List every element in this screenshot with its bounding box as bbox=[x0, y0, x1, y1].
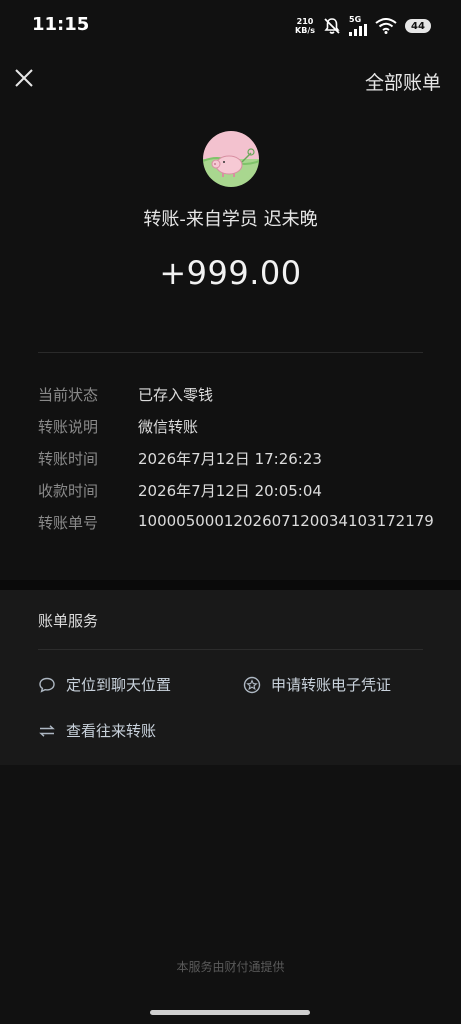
detail-row-transfer-time: 转账时间 2026年7月12日 17:26:23 bbox=[38, 448, 441, 472]
network-speed-value: 210 bbox=[296, 17, 314, 26]
transfer-id-label: 转账单号 bbox=[38, 514, 99, 532]
detail-row-transfer-id: 转账单号 1000050001202607120034103172179 bbox=[38, 512, 441, 536]
status-icons: 210 KB/s 5G 44 bbox=[295, 16, 431, 36]
note-label: 转账说明 bbox=[38, 418, 99, 436]
network-type: 5G bbox=[349, 15, 362, 24]
all-bills-link[interactable]: 全部账单 bbox=[365, 68, 441, 95]
service-provider-note: 本服务由财付通提供 bbox=[176, 960, 285, 974]
top-nav: 全部账单 bbox=[0, 60, 461, 100]
amount-divider bbox=[38, 352, 423, 353]
transfer-id-value[interactable]: 1000050001202607120034103172179 bbox=[138, 512, 434, 530]
wifi-icon bbox=[375, 18, 397, 34]
apply-voucher-label: 申请转账电子凭证 bbox=[271, 676, 392, 694]
status-time: 11:15 bbox=[32, 14, 90, 35]
view-transfers-label: 查看往来转账 bbox=[66, 722, 157, 740]
section-separator bbox=[0, 580, 461, 590]
status-bar: 11:15 210 KB/s 5G 44 bbox=[0, 0, 461, 56]
status-label: 当前状态 bbox=[38, 386, 99, 404]
transfer-amount: +999.00 bbox=[159, 254, 302, 292]
detail-row-note: 转账说明 微信转账 bbox=[38, 416, 441, 440]
swap-arrows-icon bbox=[39, 724, 55, 737]
view-transfers-link[interactable]: 查看往来转账 bbox=[38, 720, 156, 741]
note-value: 微信转账 bbox=[138, 418, 199, 436]
transfer-title: 转账-来自学员 迟未晚 bbox=[143, 209, 318, 230]
bill-services-title: 账单服务 bbox=[38, 612, 99, 630]
detail-row-status: 当前状态 已存入零钱 bbox=[38, 384, 441, 408]
network-speed-unit: KB/s bbox=[295, 26, 315, 35]
pig-avatar-icon bbox=[203, 131, 259, 187]
battery-icon: 44 bbox=[405, 19, 431, 33]
chat-bubble-icon bbox=[39, 677, 55, 693]
locate-chat-label: 定位到聊天位置 bbox=[66, 676, 172, 694]
receive-time-value: 2026年7月12日 20:05:04 bbox=[138, 482, 322, 500]
close-icon[interactable] bbox=[12, 66, 36, 90]
signal-icon bbox=[349, 24, 367, 36]
home-indicator[interactable] bbox=[150, 1010, 310, 1015]
apply-voucher-link[interactable]: 申请转账电子凭证 bbox=[243, 674, 391, 695]
status-value: 已存入零钱 bbox=[138, 386, 214, 404]
cellular-indicator: 5G bbox=[349, 16, 367, 36]
receive-time-label: 收款时间 bbox=[38, 482, 99, 500]
transfer-time-label: 转账时间 bbox=[38, 450, 99, 468]
transfer-detail-screen: 11:15 210 KB/s 5G 44 全部账单 转账-来自学员 迟未晚 +9… bbox=[0, 0, 461, 1024]
bill-services-divider bbox=[38, 649, 423, 650]
locate-chat-link[interactable]: 定位到聊天位置 bbox=[38, 674, 171, 695]
star-badge-icon bbox=[243, 676, 261, 693]
transfer-time-value: 2026年7月12日 17:26:23 bbox=[138, 450, 322, 468]
bill-services-card: 账单服务 定位到聊天位置 申请转账电子凭证 查看往来转账 bbox=[0, 590, 461, 765]
avatar bbox=[203, 131, 259, 187]
detail-row-receive-time: 收款时间 2026年7月12日 20:05:04 bbox=[38, 480, 441, 504]
mute-bell-icon bbox=[324, 18, 340, 34]
network-speed: 210 KB/s bbox=[295, 17, 315, 35]
